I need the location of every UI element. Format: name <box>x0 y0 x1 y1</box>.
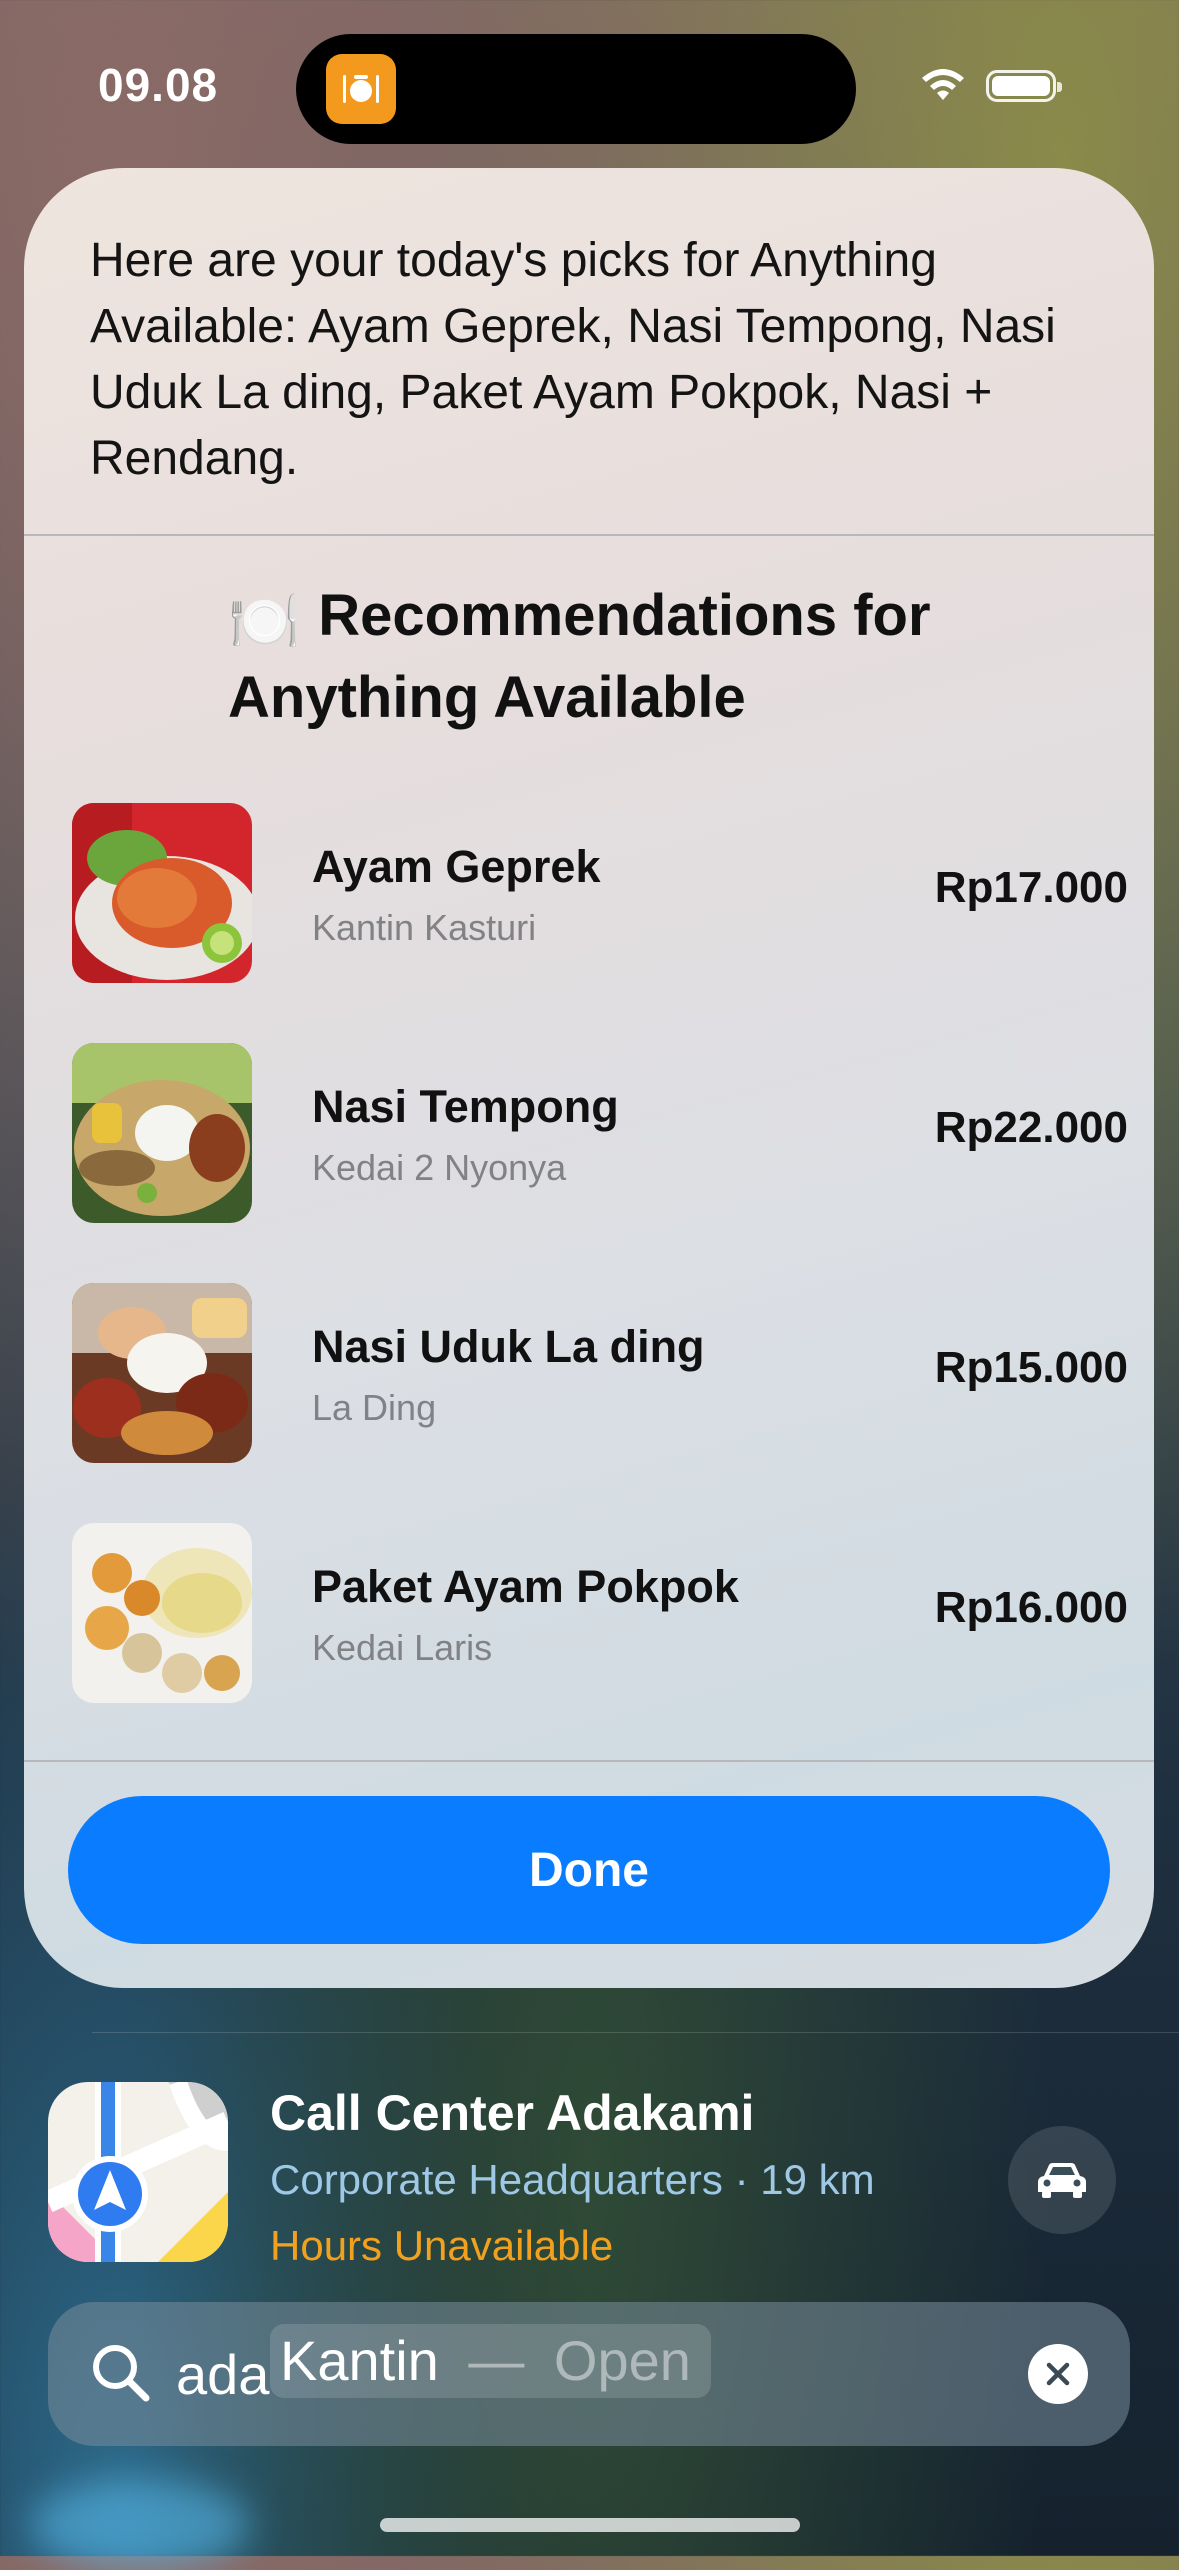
recommendations-title-text: Recommendations for Anything Available <box>228 583 931 730</box>
place-hours: Hours Unavailable <box>270 2222 614 2269</box>
divider <box>24 1760 1154 1762</box>
place-meta: Corporate Headquarters · 19 km <box>270 2156 875 2203</box>
item-price: Rp17.000 <box>934 863 1128 912</box>
suggestion-hint: Open <box>553 2329 691 2392</box>
dynamic-island[interactable] <box>296 34 856 144</box>
status-time: 09.08 <box>98 59 219 111</box>
item-shop: La Ding <box>312 1387 437 1428</box>
item-price: Rp15.000 <box>934 1343 1128 1392</box>
car-icon <box>1038 2163 1086 2198</box>
item-shop: Kedai Laris <box>312 1627 493 1668</box>
home-indicator[interactable] <box>380 2518 800 2532</box>
item-name: Nasi Tempong <box>312 1081 619 1132</box>
battery-full-icon <box>986 70 1062 102</box>
list-item[interactable]: Ayam Geprek Kantin Kasturi Rp17.000 <box>72 803 1128 983</box>
directions-button[interactable] <box>1008 2126 1116 2234</box>
intro-text: Here are your today's picks for Anything… <box>90 234 1056 485</box>
clear-button[interactable] <box>1028 2344 1088 2404</box>
search-input[interactable]: ada <box>176 2342 269 2407</box>
list-item[interactable]: Nasi Tempong Kedai 2 Nyonya Rp22.000 <box>72 1043 1128 1223</box>
suggestion-separator: — <box>468 2329 525 2392</box>
item-name: Ayam Geprek <box>312 841 601 892</box>
item-price: Rp16.000 <box>934 1583 1128 1632</box>
item-name: Nasi Uduk La ding <box>312 1321 705 1372</box>
divider <box>92 2032 1179 2033</box>
item-price: Rp22.000 <box>934 1103 1128 1152</box>
item-shop: Kedai 2 Nyonya <box>312 1147 567 1188</box>
item-shop: Kantin Kasturi <box>312 907 537 948</box>
food-image <box>72 1523 252 1703</box>
done-button[interactable]: Done <box>68 1796 1110 1944</box>
list-item[interactable]: Paket Ayam Pokpok Kedai Laris Rp16.000 <box>72 1523 1128 1703</box>
recommendations-sheet: Here are your today's picks for Anything… <box>24 168 1154 1988</box>
wifi-icon <box>922 69 964 100</box>
clear-icon <box>1046 2362 1070 2386</box>
suggestion-text: Kantin <box>280 2329 439 2392</box>
search-icon <box>93 2345 150 2402</box>
food-image <box>72 803 252 983</box>
place-name[interactable]: Call Center Adakami <box>270 2084 754 2142</box>
search-suggestion[interactable]: Kantin — Open <box>270 2324 711 2398</box>
dock-glow <box>30 2480 250 2570</box>
search-bar[interactable]: ada Kantin — Open <box>48 2302 1130 2446</box>
plate-emoji-icon: 🍽️ <box>228 589 301 654</box>
food-image <box>72 1283 252 1463</box>
divider <box>24 534 1154 536</box>
item-name: Paket Ayam Pokpok <box>312 1561 739 1612</box>
maps-app-icon[interactable] <box>48 2082 228 2262</box>
fork-plate-icon[interactable] <box>326 54 396 124</box>
recommendations-title: 🍽️ Recommendations for Anything Available <box>228 578 1048 736</box>
list-item[interactable]: Nasi Uduk La ding La Ding Rp15.000 <box>72 1283 1128 1463</box>
food-image <box>72 1043 252 1223</box>
